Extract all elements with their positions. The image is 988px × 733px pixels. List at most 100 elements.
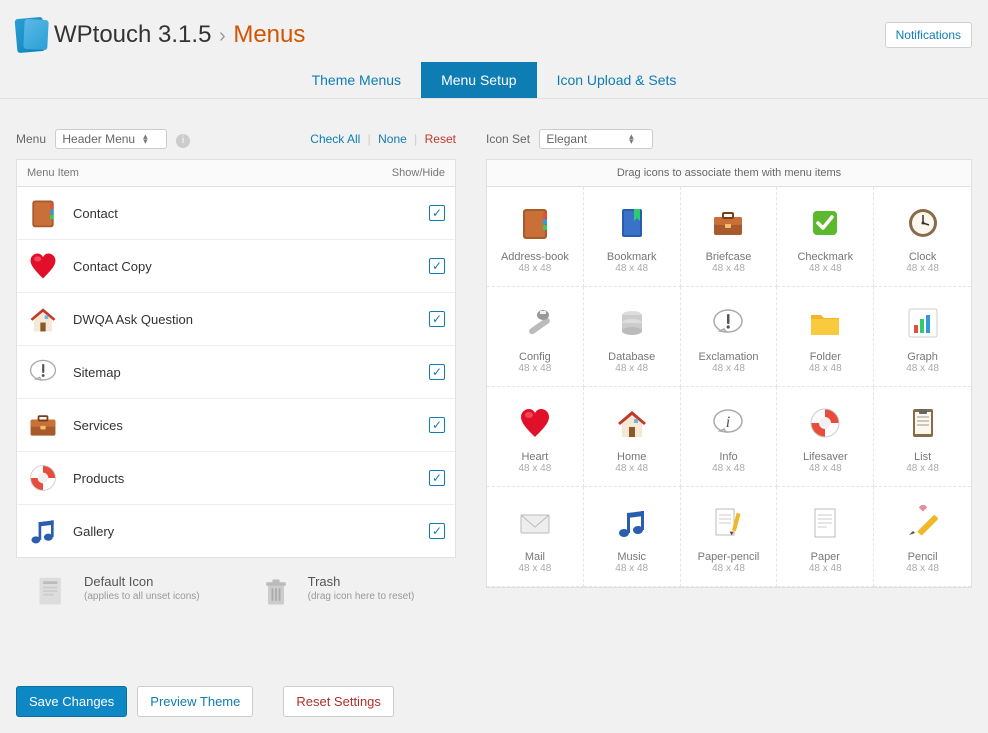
heart-icon[interactable] xyxy=(27,250,59,282)
icon-dim: 48 x 48 xyxy=(906,263,939,274)
showhide-checkbox[interactable]: ✓ xyxy=(429,311,445,327)
icon-dim: 48 x 48 xyxy=(615,363,648,374)
exclamation-icon[interactable] xyxy=(27,356,59,388)
col-menu-item: Menu Item xyxy=(27,167,79,179)
icon-dim: 48 x 48 xyxy=(712,263,745,274)
icon-paper[interactable]: Paper48 x 48 xyxy=(777,487,874,587)
icon-name: Database xyxy=(608,351,655,363)
showhide-checkbox[interactable]: ✓ xyxy=(429,258,445,274)
icon-list[interactable]: List48 x 48 xyxy=(874,387,971,487)
icon-paper-pencil[interactable]: Paper-pencil48 x 48 xyxy=(681,487,778,587)
icon-name: Info xyxy=(719,451,737,463)
icon-name: Paper-pencil xyxy=(698,551,760,563)
address-book-icon[interactable] xyxy=(27,197,59,229)
header: WPtouch 3.1.5 › Menus Notifications xyxy=(0,0,988,62)
icon-config[interactable]: Config48 x 48 xyxy=(487,287,584,387)
reset-button[interactable]: Reset Settings xyxy=(283,686,394,717)
notifications-button[interactable]: Notifications xyxy=(885,22,972,48)
none-link[interactable]: None xyxy=(378,132,407,146)
default-icon-dropzone[interactable]: Default Icon (applies to all unset icons… xyxy=(36,574,200,610)
icon-home[interactable]: Home48 x 48 xyxy=(584,387,681,487)
clock-icon xyxy=(903,203,943,243)
icon-database[interactable]: Database48 x 48 xyxy=(584,287,681,387)
page-title: Menus xyxy=(233,21,305,48)
icon-checkmark[interactable]: Checkmark48 x 48 xyxy=(777,187,874,287)
lifesaver-icon[interactable] xyxy=(27,462,59,494)
menu-label: Menu xyxy=(16,132,46,146)
icon-pencil[interactable]: Pencil48 x 48 xyxy=(874,487,971,587)
icon-graph[interactable]: Graph48 x 48 xyxy=(874,287,971,387)
menu-item-row[interactable]: DWQA Ask Question✓ xyxy=(17,293,455,346)
briefcase-icon[interactable] xyxy=(27,409,59,441)
check-all-link[interactable]: Check All xyxy=(310,132,360,146)
list-icon xyxy=(903,403,943,443)
showhide-checkbox[interactable]: ✓ xyxy=(429,470,445,486)
menu-item-row[interactable]: Contact✓ xyxy=(17,187,455,240)
reset-link[interactable]: Reset xyxy=(425,132,456,146)
showhide-checkbox[interactable]: ✓ xyxy=(429,364,445,380)
menu-select[interactable]: Header Menu ▴▾ xyxy=(55,129,166,149)
icon-mail[interactable]: Mail48 x 48 xyxy=(487,487,584,587)
showhide-checkbox[interactable]: ✓ xyxy=(429,417,445,433)
menu-item-row[interactable]: Sitemap✓ xyxy=(17,346,455,399)
menu-item-label: Gallery xyxy=(73,524,429,539)
menu-item-label: DWQA Ask Question xyxy=(73,312,429,327)
icon-dim: 48 x 48 xyxy=(518,263,551,274)
icon-grid-hint: Drag icons to associate them with menu i… xyxy=(487,160,971,187)
breadcrumb-sep: › xyxy=(219,25,226,47)
icon-name: Lifesaver xyxy=(803,451,848,463)
menu-select-value: Header Menu xyxy=(62,132,135,146)
menu-item-row[interactable]: Contact Copy✓ xyxy=(17,240,455,293)
icon-name: Exclamation xyxy=(699,351,759,363)
icon-exclamation[interactable]: Exclamation48 x 48 xyxy=(681,287,778,387)
info-icon xyxy=(708,403,748,443)
checkmark-icon xyxy=(805,203,845,243)
menu-item-row[interactable]: Products✓ xyxy=(17,452,455,505)
trash-dropzone[interactable]: Trash (drag icon here to reset) xyxy=(260,574,415,610)
showhide-checkbox[interactable]: ✓ xyxy=(429,523,445,539)
bookmark-icon xyxy=(612,203,652,243)
folder-icon xyxy=(805,303,845,343)
help-icon[interactable]: i xyxy=(176,134,190,148)
icon-bookmark[interactable]: Bookmark48 x 48 xyxy=(584,187,681,287)
tab-icon-upload-sets[interactable]: Icon Upload & Sets xyxy=(537,62,697,98)
icon-dim: 48 x 48 xyxy=(712,463,745,474)
icon-briefcase[interactable]: Briefcase48 x 48 xyxy=(681,187,778,287)
icon-dim: 48 x 48 xyxy=(906,463,939,474)
tab-theme-menus[interactable]: Theme Menus xyxy=(292,62,421,98)
col-showhide: Show/Hide xyxy=(392,167,445,179)
iconset-select[interactable]: Elegant ▴▾ xyxy=(539,129,652,149)
icon-dim: 48 x 48 xyxy=(518,363,551,374)
icon-dim: 48 x 48 xyxy=(615,463,648,474)
icon-heart[interactable]: Heart48 x 48 xyxy=(487,387,584,487)
icon-dim: 48 x 48 xyxy=(809,363,842,374)
default-icon-sub: (applies to all unset icons) xyxy=(84,591,200,602)
preview-button[interactable]: Preview Theme xyxy=(137,686,253,717)
icon-dim: 48 x 48 xyxy=(712,563,745,574)
menu-item-label: Products xyxy=(73,471,429,486)
menu-item-row[interactable]: Gallery✓ xyxy=(17,505,455,557)
icon-name: Graph xyxy=(907,351,938,363)
iconset-label: Icon Set xyxy=(486,132,530,146)
home-icon xyxy=(612,403,652,443)
icon-clock[interactable]: Clock48 x 48 xyxy=(874,187,971,287)
tab-menu-setup[interactable]: Menu Setup xyxy=(421,62,537,98)
icon-music[interactable]: Music48 x 48 xyxy=(584,487,681,587)
select-arrows-icon: ▴▾ xyxy=(143,134,148,145)
icon-address-book[interactable]: Address-book48 x 48 xyxy=(487,187,584,287)
icon-name: Mail xyxy=(525,551,545,563)
icon-info[interactable]: Info48 x 48 xyxy=(681,387,778,487)
music-icon[interactable] xyxy=(27,515,59,547)
address-book-icon xyxy=(515,203,555,243)
save-button[interactable]: Save Changes xyxy=(16,686,127,717)
icon-name: Bookmark xyxy=(607,251,657,263)
menu-item-row[interactable]: Services✓ xyxy=(17,399,455,452)
icon-folder[interactable]: Folder48 x 48 xyxy=(777,287,874,387)
icon-name: Home xyxy=(617,451,646,463)
icon-lifesaver[interactable]: Lifesaver48 x 48 xyxy=(777,387,874,487)
home-icon[interactable] xyxy=(27,303,59,335)
showhide-checkbox[interactable]: ✓ xyxy=(429,205,445,221)
icon-name: List xyxy=(914,451,931,463)
icon-dim: 48 x 48 xyxy=(518,463,551,474)
icon-dim: 48 x 48 xyxy=(906,363,939,374)
